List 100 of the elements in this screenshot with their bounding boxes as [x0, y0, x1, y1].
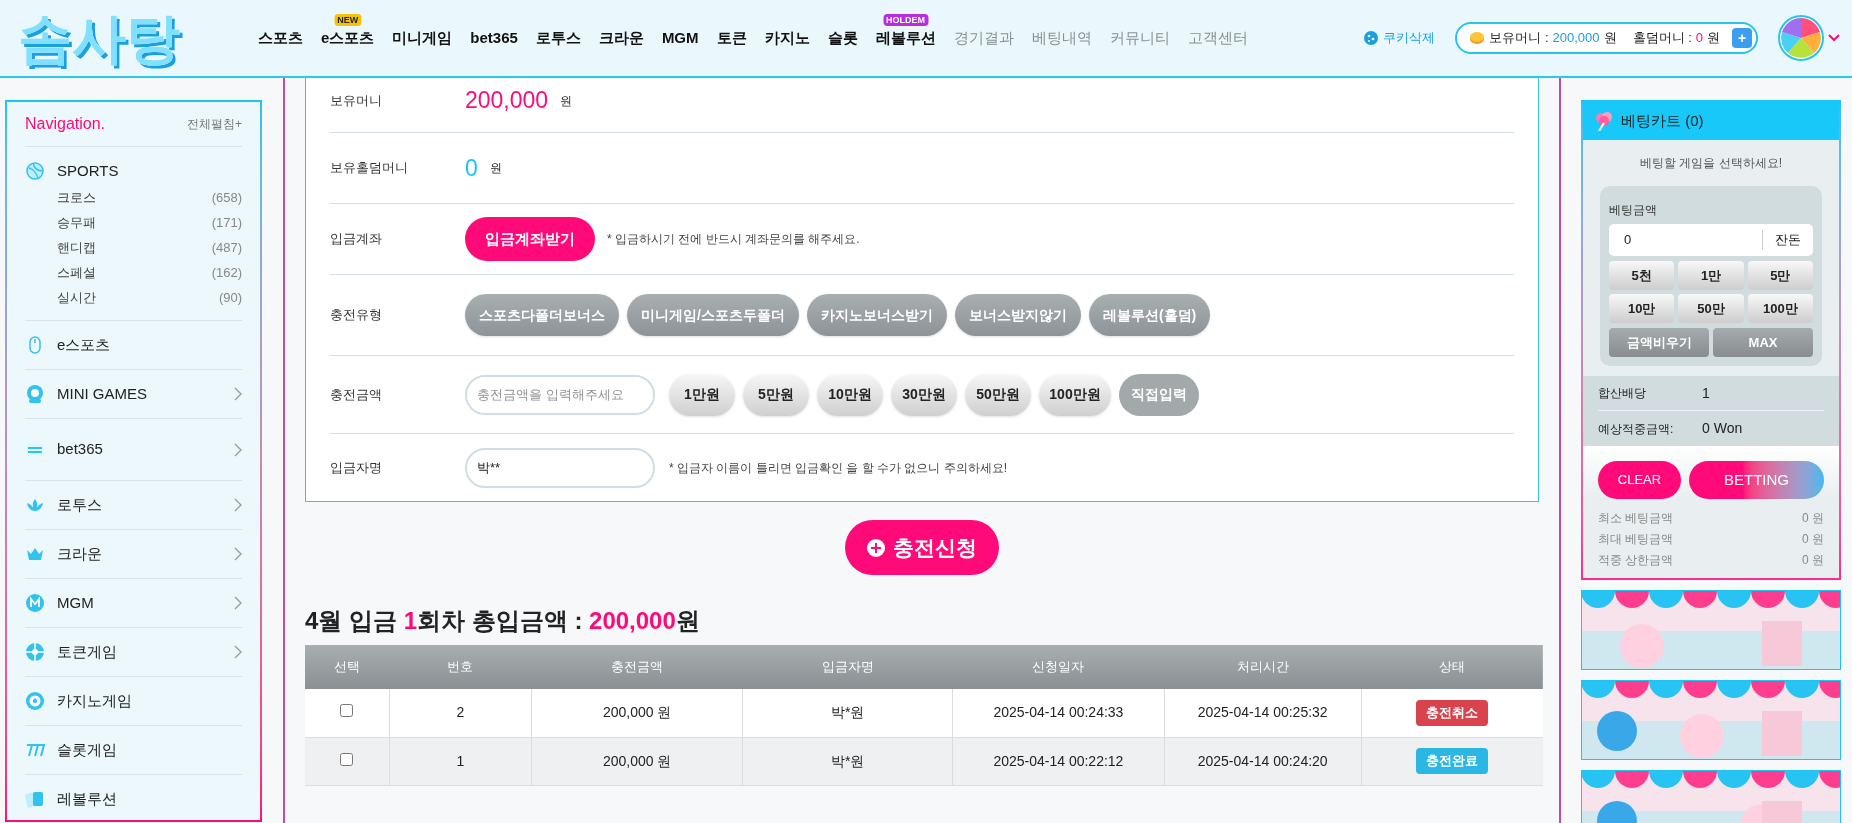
column-header: 처리시간 — [1164, 645, 1362, 689]
sidebar-subitem[interactable]: 실시간 (90) — [57, 285, 242, 310]
nav-link[interactable]: 슬롯 — [827, 26, 858, 50]
sidebar-item[interactable]: 슬롯게임 — [25, 736, 242, 764]
nav-link[interactable]: bet365 — [470, 26, 518, 50]
category-icon — [25, 161, 45, 181]
field-label: 보유홀덤머니 — [330, 159, 409, 178]
note-text: * 입금자 이름이 틀리면 입금확인 을 할 수가 없으니 주의하세요! — [669, 459, 1007, 477]
nav-link[interactable]: 미니게임 — [392, 26, 453, 50]
odds-value: 1 — [1702, 383, 1710, 403]
chevron-down-icon[interactable] — [1828, 34, 1840, 42]
quick-amount-button[interactable]: 1만 — [1678, 261, 1744, 290]
balance-text: 원 — [1707, 29, 1720, 48]
depositor-name-field[interactable]: 박** — [465, 447, 655, 488]
table-cell: 2025-04-14 00:22:12 — [952, 737, 1165, 785]
table-cell: 200,000 원 — [531, 737, 743, 785]
chevron-right-icon — [234, 547, 242, 561]
table-cell: 2025-04-14 00:25:32 — [1164, 689, 1362, 737]
quick-amount-button[interactable]: 50만 — [1678, 294, 1744, 323]
nav-link[interactable]: 로투스 — [535, 26, 581, 50]
category-icon — [25, 642, 45, 662]
amount-value: 200,000 — [465, 86, 549, 116]
sidebar-item[interactable]: 토큰게임 — [25, 638, 242, 666]
submit-button[interactable]: 충전신청 — [845, 520, 999, 575]
sidebar-item[interactable]: 카지노게임 — [25, 687, 242, 715]
amount-preset-button[interactable]: 10만원 — [817, 373, 883, 416]
balance-text: 보유머니 : — [1489, 29, 1549, 48]
coin-icon — [1469, 31, 1486, 45]
table-cell: 1 — [389, 737, 532, 785]
nav-link[interactable]: 레볼루션 — [875, 26, 936, 50]
bet-amount-field[interactable]: 0 잔돈 — [1609, 224, 1813, 256]
cart-title: 베팅카트 (0) — [1621, 110, 1704, 131]
amount-input-field[interactable]: 충전금액을 입력해주세요 — [465, 374, 655, 415]
amount-preset-button[interactable]: 5만원 — [743, 373, 809, 416]
column-header: 충전금액 — [531, 645, 743, 689]
chevron-right-icon — [234, 645, 242, 659]
expected-value: 0 Won — [1702, 419, 1743, 438]
summary-title: 4월 입금 1회차 총입금액 : 200,000원 — [305, 606, 701, 636]
column-header: 신청일자 — [952, 645, 1165, 689]
field-label: 입금계좌 — [330, 230, 383, 249]
nav-link[interactable]: 크라운 — [598, 26, 644, 50]
field-label: 충전금액 — [330, 385, 383, 404]
table-cell: 200,000 원 — [531, 689, 743, 737]
row-checkbox[interactable] — [340, 752, 354, 766]
avatar-icon[interactable] — [1778, 15, 1824, 61]
limit-label: 적중 상한금액 — [1598, 551, 1674, 569]
category-icon — [25, 384, 45, 404]
chevron-right-icon — [234, 498, 242, 512]
row-checkbox[interactable] — [340, 704, 354, 718]
account-request-button[interactable]: 입금계좌받기 — [465, 217, 595, 261]
sidebar-item[interactable]: SPORTS — [25, 157, 242, 185]
limit-label: 최소 베팅금액 — [1598, 509, 1674, 527]
clear-button[interactable]: CLEAR — [1598, 461, 1681, 499]
expected-label: 예상적중금액: — [1598, 420, 1675, 438]
quick-amount-button[interactable]: 10만 — [1609, 294, 1675, 323]
sidebar-item[interactable]: bet365 — [25, 435, 242, 464]
field-label: 충전유형 — [330, 306, 383, 325]
column-header: 입금자명 — [742, 645, 953, 689]
balance-text: 원 — [1603, 29, 1617, 48]
chevron-right-icon — [234, 387, 242, 401]
limit-value: 0 원 — [1802, 509, 1824, 527]
sidebar-subitem[interactable]: 스페셜 (162) — [57, 260, 242, 285]
category-icon — [25, 593, 45, 613]
nav-link[interactable]: 카지노 — [764, 26, 810, 50]
field-label: 보유머니 — [330, 91, 383, 110]
quick-amount-button[interactable]: 5만 — [1747, 261, 1813, 290]
chevron-right-icon — [234, 442, 242, 457]
amount-preset-button[interactable]: 1만원 — [669, 373, 735, 416]
balance-text: 0 — [1695, 29, 1703, 48]
sidebar-item[interactable]: 로투스 — [25, 491, 242, 519]
sidebar-item[interactable]: MINI GAMES — [25, 380, 242, 408]
unit-label: 원 — [489, 160, 502, 177]
amount-preset-button[interactable]: 30만원 — [891, 373, 957, 416]
field-label: 입금자명 — [330, 458, 383, 477]
expand-all-link[interactable]: 전체펼침+ — [187, 115, 242, 133]
nav-link[interactable]: 토큰 — [716, 26, 747, 50]
amount-preset-button[interactable]: 50만원 — [965, 373, 1031, 416]
sidebar-item[interactable]: MGM — [25, 589, 242, 617]
sidebar-subitem[interactable]: 승무패 (171) — [57, 210, 242, 235]
sidebar-item[interactable]: e스포츠 — [25, 331, 242, 359]
quick-amount-button[interactable]: 100만 — [1747, 294, 1813, 323]
quick-amount-button[interactable]: 5천 — [1609, 261, 1675, 290]
nav-link[interactable]: e스포츠 — [321, 26, 375, 50]
cotton-candy-icon — [1595, 111, 1613, 131]
category-icon — [25, 789, 45, 809]
sidebar-subitem[interactable]: 핸디캡 (487) — [57, 235, 242, 260]
sidebar-item[interactable]: 레볼루션 — [25, 785, 242, 813]
status-badge: 충전완료 — [1416, 748, 1489, 774]
table-cell: 2025-04-14 00:24:33 — [952, 689, 1165, 737]
amount-preset-button[interactable]: 100만원 — [1039, 373, 1111, 416]
nav-link[interactable]: MGM — [661, 26, 699, 50]
sidebar-subitem[interactable]: 크로스 (658) — [57, 185, 242, 210]
amount-value: 0 — [465, 153, 478, 183]
nav-badge: HOLDEM — [883, 14, 929, 26]
nav-badge: NEW — [334, 14, 362, 26]
sidebar-item[interactable]: 크라운 — [25, 540, 242, 568]
note-text: * 입금하시기 전에 반드시 계좌문의를 해주세요. — [607, 231, 860, 248]
nav-link[interactable]: 스포츠 — [258, 26, 303, 50]
limit-value: 0 원 — [1802, 551, 1824, 569]
column-header: 선택 — [305, 645, 390, 689]
